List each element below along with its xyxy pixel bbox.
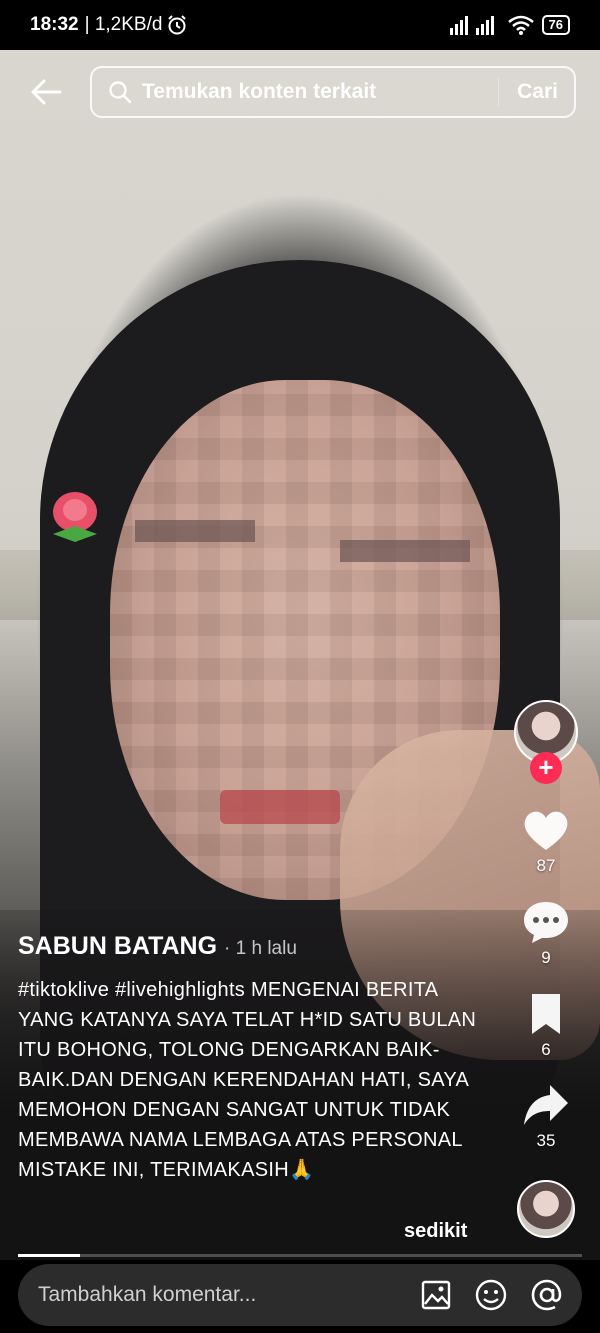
wifi-icon bbox=[507, 15, 534, 35]
post-description: #tiktoklive #livehighlights MENGENAI BER… bbox=[18, 979, 477, 1181]
see-less-link[interactable]: sedikit bbox=[404, 1220, 467, 1243]
comment-icon[interactable] bbox=[522, 900, 570, 944]
music-disc[interactable] bbox=[510, 1180, 582, 1238]
back-arrow-icon[interactable] bbox=[28, 74, 64, 110]
share-count: 35 bbox=[536, 1131, 556, 1150]
comment-control[interactable]: 9 bbox=[510, 900, 582, 968]
emoji-icon[interactable] bbox=[474, 1278, 508, 1312]
search-input[interactable]: Temukan konten terkait bbox=[142, 80, 498, 104]
signal-icon bbox=[449, 16, 494, 35]
status-bar: 18:32 | 1,2KB/d 76 bbox=[0, 0, 600, 50]
battery-indicator: 76 bbox=[541, 15, 570, 35]
video-detail bbox=[340, 540, 470, 562]
like-control[interactable]: 87 bbox=[510, 808, 582, 876]
author-name[interactable]: SABUN BATANG bbox=[18, 932, 217, 960]
share-control[interactable]: 35 bbox=[510, 1083, 582, 1151]
music-avatar[interactable] bbox=[517, 1180, 575, 1238]
at-icon[interactable] bbox=[530, 1278, 564, 1312]
author-line: SABUN BATANG · 1 h lalu bbox=[18, 932, 498, 961]
bookmark-icon[interactable] bbox=[526, 992, 566, 1036]
video-detail bbox=[135, 520, 255, 542]
comment-count: 9 bbox=[541, 948, 551, 967]
comment-input[interactable]: Tambahkan komentar... bbox=[38, 1283, 420, 1307]
post-time: · 1 h lalu bbox=[224, 938, 297, 959]
save-control[interactable]: 6 bbox=[510, 992, 582, 1060]
heart-icon[interactable] bbox=[522, 808, 570, 852]
save-count: 6 bbox=[541, 1040, 551, 1059]
video-progress[interactable] bbox=[18, 1254, 582, 1257]
share-icon[interactable] bbox=[522, 1083, 570, 1127]
video-detail bbox=[220, 790, 340, 824]
comment-bar[interactable]: Tambahkan komentar... bbox=[18, 1264, 582, 1326]
search-button[interactable]: Cari bbox=[517, 80, 558, 104]
post-caption: SABUN BATANG · 1 h lalu #tiktoklive #liv… bbox=[18, 932, 498, 1185]
network-speed: | 1,2KB/d bbox=[84, 14, 163, 35]
rose-sticker-icon bbox=[53, 492, 97, 542]
search-icon bbox=[109, 81, 132, 104]
status-time: 18:32 bbox=[30, 14, 79, 35]
follow-button[interactable]: + bbox=[530, 752, 562, 784]
creator-avatar-group[interactable]: + bbox=[510, 700, 582, 784]
comment-actions bbox=[420, 1278, 564, 1312]
image-icon[interactable] bbox=[420, 1279, 452, 1311]
alarm-icon bbox=[168, 15, 187, 35]
like-count: 87 bbox=[536, 856, 556, 875]
search-divider bbox=[498, 78, 500, 106]
video-progress-fill bbox=[18, 1254, 81, 1257]
search-bar[interactable]: Temukan konten terkait Cari bbox=[90, 66, 576, 118]
